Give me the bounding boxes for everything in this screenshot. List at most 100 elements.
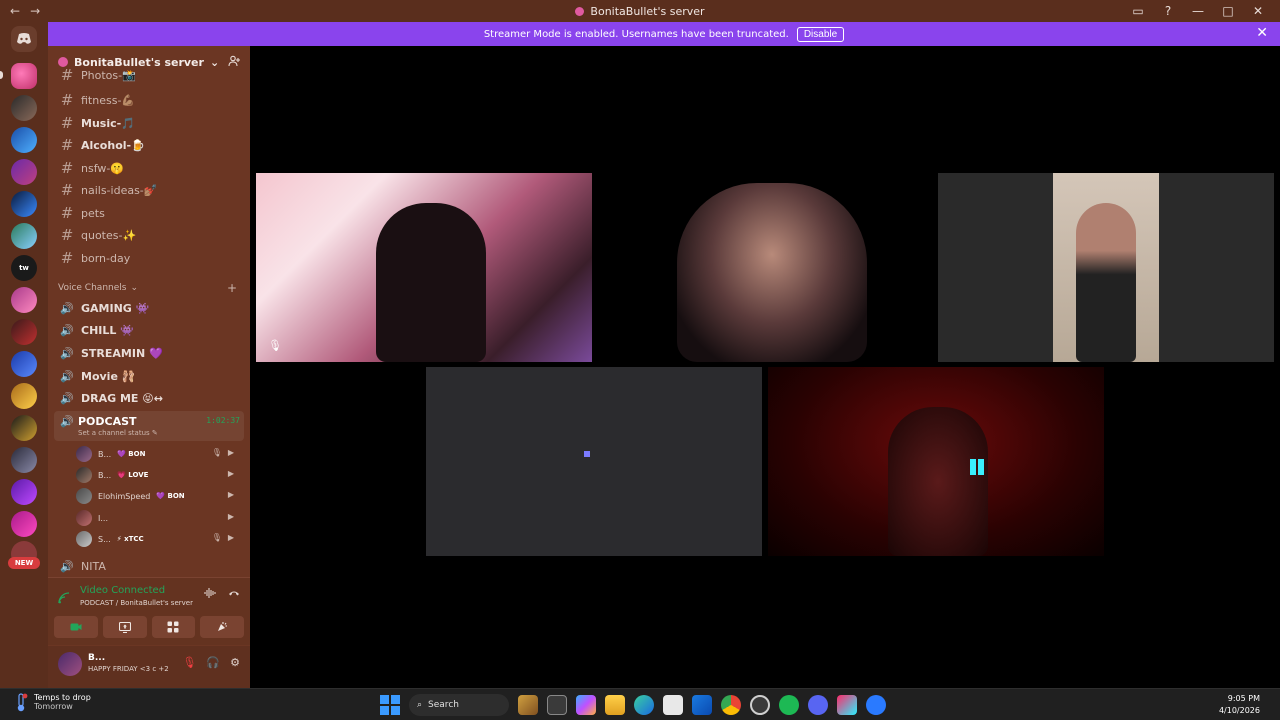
server-icon-twitch[interactable]: tw bbox=[11, 255, 37, 281]
chrome-icon[interactable] bbox=[721, 695, 741, 715]
voice-connection-panel: Video Connected PODCAST / BonitaBullet's… bbox=[48, 577, 250, 645]
banner-text: Streamer Mode is enabled. Usernames have… bbox=[483, 28, 789, 40]
server-icon-8[interactable] bbox=[11, 287, 37, 313]
channel-nsfw[interactable]: # nsfw-🤫 bbox=[56, 158, 242, 178]
taskbar-search[interactable]: ⌕ Search bbox=[409, 694, 509, 716]
back-arrow-icon[interactable]: ← bbox=[10, 4, 20, 18]
search-highlight-icon[interactable] bbox=[518, 695, 538, 715]
voice-channel-streamin[interactable]: 🔊 STREAMIN 💜 bbox=[56, 343, 242, 363]
user-panel: B... HAPPY FRIDAY <3 c +2 🎙 🎧 ⚙ bbox=[48, 646, 250, 688]
user-name[interactable]: B... bbox=[88, 653, 105, 663]
start-button[interactable] bbox=[380, 695, 400, 715]
noise-suppression-icon[interactable] bbox=[204, 588, 216, 601]
server-icon-15[interactable] bbox=[11, 511, 37, 537]
call-timer: 1:02:37 bbox=[206, 416, 240, 425]
activities-button[interactable] bbox=[151, 616, 196, 638]
voice-member[interactable]: B... 💜 BON 🎙 ▶ bbox=[76, 445, 242, 463]
banner-close-icon[interactable]: ✕ bbox=[1256, 25, 1268, 41]
discord-home-icon[interactable] bbox=[11, 26, 37, 52]
soundboard-button[interactable] bbox=[200, 616, 244, 638]
weather-sub: Tomorrow bbox=[34, 702, 73, 711]
weather-widget[interactable]: Temps to drop Tomorrow bbox=[14, 693, 91, 713]
voice-category-header[interactable]: Voice Channels ⌄ bbox=[58, 283, 138, 293]
server-icon-12[interactable] bbox=[11, 415, 37, 441]
discord-icon[interactable] bbox=[808, 695, 828, 715]
voice-member[interactable]: I... ▶ bbox=[76, 509, 242, 527]
create-channel-icon[interactable]: + bbox=[227, 281, 237, 295]
copilot-icon[interactable] bbox=[576, 695, 596, 715]
signal-icon[interactable] bbox=[58, 592, 70, 607]
channel-nails-ideas[interactable]: # nails-ideas-💅🏽 bbox=[56, 180, 242, 200]
settings-gear-icon[interactable]: ⚙ bbox=[230, 656, 240, 669]
help-icon[interactable]: ? bbox=[1160, 4, 1176, 18]
mic-muted-icon[interactable]: 🎙 bbox=[182, 656, 196, 669]
user-avatar[interactable] bbox=[58, 652, 82, 676]
server-rail: tw NEW bbox=[0, 22, 48, 688]
app-icon[interactable] bbox=[866, 695, 886, 715]
weather-title: Temps to drop bbox=[34, 693, 91, 702]
new-badge: NEW bbox=[8, 557, 40, 569]
mic-muted-icon: 🎙 bbox=[211, 533, 222, 542]
voice-member[interactable]: B... 💗 LOVE ▶ bbox=[76, 466, 242, 484]
system-clock[interactable]: 9:05 PM 4/10/2026 bbox=[1219, 693, 1260, 717]
voice-channel-drag-me[interactable]: 🔊 DRAG ME 😝↔ bbox=[56, 388, 242, 408]
user-status[interactable]: HAPPY FRIDAY <3 c +2 bbox=[88, 665, 169, 673]
server-icon-5[interactable] bbox=[11, 191, 37, 217]
screen-share-button[interactable] bbox=[102, 616, 147, 638]
video-tile[interactable] bbox=[768, 367, 1104, 556]
voice-channel-gaming[interactable]: 🔊 GAMING 👾 bbox=[56, 298, 242, 318]
server-icon-14[interactable] bbox=[11, 479, 37, 505]
maximize-button[interactable]: □ bbox=[1220, 4, 1236, 18]
streamer-mode-banner: Streamer Mode is enabled. Usernames have… bbox=[48, 22, 1280, 46]
inbox-icon[interactable]: ▭ bbox=[1130, 4, 1146, 18]
server-icon-13[interactable] bbox=[11, 447, 37, 473]
minimize-button[interactable]: — bbox=[1190, 4, 1206, 18]
server-icon-3[interactable] bbox=[11, 127, 37, 153]
disconnect-icon[interactable] bbox=[228, 588, 240, 601]
tiktok-icon[interactable] bbox=[837, 695, 857, 715]
channel-photos[interactable]: # Photos-📸 bbox=[56, 68, 242, 82]
voice-channel-podcast[interactable]: 🔊 PODCAST 1:02:37 Set a channel status ✎ bbox=[54, 411, 244, 441]
voice-member[interactable]: S... ⚡ xTCC 🎙 ▶ bbox=[76, 530, 242, 548]
server-icon-4[interactable] bbox=[11, 159, 37, 185]
voice-channel-movie[interactable]: 🔊 Movie 🩰 bbox=[56, 366, 242, 386]
task-view-icon[interactable] bbox=[547, 695, 567, 715]
voice-location[interactable]: PODCAST / BonitaBullet's server bbox=[80, 599, 193, 607]
video-tile[interactable] bbox=[938, 173, 1274, 362]
edge-icon[interactable] bbox=[634, 695, 654, 715]
channel-music[interactable]: # Music-🎵 bbox=[56, 113, 242, 133]
video-tile[interactable]: 🎙 bbox=[256, 173, 592, 362]
close-window-button[interactable]: ✕ bbox=[1250, 4, 1266, 18]
server-icon-bonita[interactable] bbox=[11, 63, 37, 89]
channel-pets[interactable]: # pets bbox=[56, 203, 242, 223]
channel-born-day[interactable]: # born-day bbox=[56, 248, 242, 268]
voice-channel-chill[interactable]: 🔊 CHILL 👾 bbox=[56, 320, 242, 340]
server-badge-icon bbox=[58, 57, 68, 67]
outlook-icon[interactable] bbox=[692, 695, 712, 715]
forward-arrow-icon[interactable]: → bbox=[30, 4, 40, 18]
video-tile[interactable] bbox=[597, 173, 933, 362]
server-icon-10[interactable] bbox=[11, 351, 37, 377]
voice-channel-nita[interactable]: 🔊 NITA bbox=[56, 556, 242, 576]
channel-quotes[interactable]: # quotes-✨ bbox=[56, 225, 242, 245]
channel-alcohol[interactable]: # Alcohol-🍺 bbox=[56, 135, 242, 155]
spotify-icon[interactable] bbox=[779, 695, 799, 715]
loading-indicator bbox=[584, 451, 590, 457]
channel-fitness[interactable]: # fitness-💪🏽 bbox=[56, 90, 242, 110]
participant-silhouette bbox=[376, 203, 486, 362]
camera-button[interactable] bbox=[54, 616, 98, 638]
disable-streamer-mode-button[interactable]: Disable bbox=[796, 26, 845, 42]
video-stage: 🎙 🎙 bbox=[250, 46, 1280, 688]
server-icon-9[interactable] bbox=[11, 319, 37, 345]
channel-status[interactable]: Set a channel status ✎ bbox=[78, 429, 158, 437]
server-icon-11[interactable] bbox=[11, 383, 37, 409]
server-icon-6[interactable] bbox=[11, 223, 37, 249]
server-icon-2[interactable] bbox=[11, 95, 37, 121]
video-tile[interactable] bbox=[426, 367, 762, 556]
headphones-icon[interactable]: 🎧 bbox=[206, 656, 220, 669]
store-icon[interactable] bbox=[663, 695, 683, 715]
voice-status[interactable]: Video Connected bbox=[80, 585, 165, 596]
obs-icon[interactable] bbox=[750, 695, 770, 715]
voice-member[interactable]: ElohimSpeed 💜 BON ▶ bbox=[76, 487, 242, 505]
file-explorer-icon[interactable] bbox=[605, 695, 625, 715]
